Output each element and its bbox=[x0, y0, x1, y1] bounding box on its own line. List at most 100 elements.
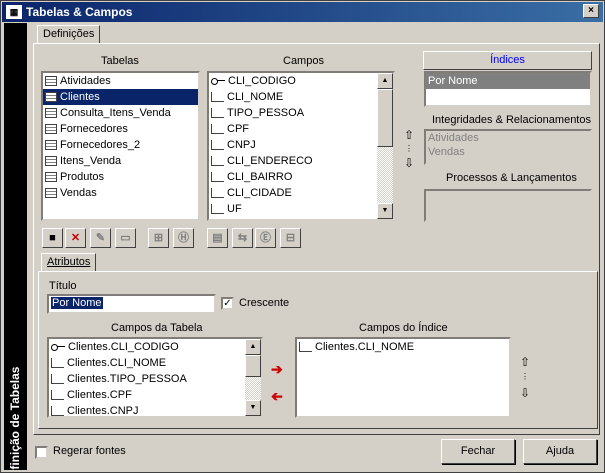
list-item[interactable]: CNPJ bbox=[209, 137, 377, 153]
list-item[interactable]: Por Nome bbox=[426, 73, 590, 89]
scroll-down-icon[interactable]: ▼ bbox=[245, 400, 261, 416]
campos-indice-list[interactable]: Clientes.CLI_NOME bbox=[295, 337, 511, 418]
ajuda-button[interactable]: Ajuda bbox=[523, 439, 597, 464]
help-icon: Ⓗ bbox=[178, 232, 189, 244]
list-item[interactable]: CLI_CIDADE bbox=[209, 185, 377, 201]
list-item[interactable]: Atividades bbox=[426, 131, 590, 145]
field-icon bbox=[51, 390, 64, 401]
list-item[interactable]: Clientes.CPF bbox=[49, 387, 245, 403]
grid-button[interactable]: ⊟ bbox=[280, 228, 301, 248]
add-field-button[interactable]: ⊞ bbox=[148, 228, 169, 248]
titulo-input[interactable]: Por Nome bbox=[47, 294, 216, 314]
list-item[interactable]: Clientes.CLI_CODIGO bbox=[49, 339, 245, 355]
list-item[interactable]: Fornecedores bbox=[43, 121, 198, 137]
list-item[interactable]: CPF bbox=[209, 121, 377, 137]
help-button[interactable]: Ⓗ bbox=[173, 228, 194, 248]
list-item[interactable]: Vendas bbox=[43, 185, 198, 201]
list-item[interactable]: Clientes.CNPJ bbox=[49, 403, 245, 417]
list-item-label: Fornecedores bbox=[60, 123, 128, 135]
delete-icon: ✕ bbox=[70, 232, 81, 244]
regerar-checkbox[interactable] bbox=[35, 446, 48, 459]
field-icon bbox=[211, 92, 224, 103]
field-icon bbox=[211, 204, 224, 215]
field-icon bbox=[51, 406, 64, 416]
list-item[interactable]: Itens_Venda bbox=[43, 153, 198, 169]
index-icon: ▤ bbox=[212, 232, 223, 244]
list-item[interactable]: CLI_CODIGO bbox=[209, 73, 377, 89]
list-item-label: Clientes.CNPJ bbox=[67, 405, 139, 417]
delete-button[interactable]: ✕ bbox=[65, 228, 86, 248]
tab-definicoes[interactable]: Definições bbox=[37, 25, 101, 44]
list-item[interactable]: Clientes bbox=[43, 89, 198, 105]
edit-icon: ✎ bbox=[95, 232, 106, 244]
list-item[interactable]: Clientes.CLI_NOME bbox=[297, 339, 509, 355]
sidebar-banner: Definição de Tabelas bbox=[4, 23, 27, 470]
list-item[interactable]: Atividades bbox=[43, 73, 198, 89]
integridades-list[interactable]: Atividades Vendas bbox=[424, 129, 592, 165]
list-item-label: CPF bbox=[227, 123, 249, 135]
campos-label: Campos bbox=[283, 55, 324, 67]
list-item[interactable]: Consulta_Itens_Venda bbox=[43, 105, 198, 121]
campos-tabela-scrollbar[interactable]: ▲ ▼ bbox=[245, 339, 261, 416]
list-item[interactable]: Produtos bbox=[43, 169, 198, 185]
edit-button[interactable]: ✎ bbox=[90, 228, 111, 248]
index-button[interactable]: ▤ bbox=[207, 228, 228, 248]
remove-from-index-icon[interactable]: ➔ bbox=[271, 388, 283, 405]
field-icon bbox=[299, 342, 312, 353]
list-item-label: Por Nome bbox=[428, 75, 478, 87]
check-icon: ✓ bbox=[223, 298, 232, 309]
move-down-icon[interactable]: ⇩ bbox=[403, 157, 415, 169]
dots-icon: ⋮ bbox=[521, 372, 529, 381]
scroll-up-icon[interactable]: ▲ bbox=[245, 339, 261, 355]
campos-list[interactable]: CLI_CODIGO CLI_NOME TIPO_PESSOA CPF CNPJ CLI_… bbox=[207, 71, 395, 221]
crescente-checkbox[interactable]: ✓ bbox=[221, 297, 234, 310]
list-item[interactable]: CLI_BAIRRO bbox=[209, 169, 377, 185]
field-icon bbox=[51, 358, 64, 369]
move-up-icon[interactable]: ⇧ bbox=[403, 129, 415, 141]
campos-tabela-list[interactable]: Clientes.CLI_CODIGO Clientes.CLI_NOME Clie… bbox=[47, 337, 263, 418]
list-item[interactable]: Vendas bbox=[426, 145, 590, 159]
tabelas-list[interactable]: Atividades Clientes Consulta_Itens_Venda Fo… bbox=[41, 71, 200, 221]
info-button[interactable]: Ⓔ bbox=[255, 228, 276, 248]
close-button[interactable]: × bbox=[583, 4, 599, 18]
indices-header[interactable]: Índices bbox=[423, 51, 592, 70]
processos-list[interactable] bbox=[424, 189, 592, 222]
rename-button[interactable]: ▭ bbox=[115, 228, 136, 248]
tab-atributos[interactable]: Atributos bbox=[41, 253, 97, 272]
grid-icon: ⊟ bbox=[285, 232, 296, 244]
field-icon bbox=[211, 156, 224, 167]
scroll-up-icon[interactable]: ▲ bbox=[377, 73, 393, 89]
list-item[interactable]: Clientes.CLI_NOME bbox=[49, 355, 245, 371]
save-button[interactable]: ■ bbox=[42, 228, 63, 248]
list-item[interactable]: Clientes.TIPO_PESSOA bbox=[49, 371, 245, 387]
list-item[interactable]: UF bbox=[209, 201, 377, 217]
add-to-index-icon[interactable]: ➔ bbox=[271, 361, 283, 378]
titulo-label: Título bbox=[49, 280, 77, 292]
campos-tabela-label: Campos da Tabela bbox=[111, 322, 203, 334]
index-move-down-icon[interactable]: ⇩ bbox=[519, 387, 531, 399]
titulo-input-value: Por Nome bbox=[51, 297, 103, 309]
list-item-label: CLI_BAIRRO bbox=[227, 171, 293, 183]
indices-list[interactable]: Por Nome bbox=[424, 71, 592, 107]
list-item[interactable]: Fornecedores_2 bbox=[43, 137, 198, 153]
scroll-thumb[interactable] bbox=[245, 355, 261, 377]
window-title: Tabelas & Campos bbox=[26, 5, 133, 19]
link-button[interactable]: ⇆ bbox=[232, 228, 253, 248]
list-item[interactable]: TIPO_PESSOA bbox=[209, 105, 377, 121]
list-item-label: Atividades bbox=[60, 75, 111, 87]
campos-scrollbar[interactable]: ▲ ▼ bbox=[377, 73, 393, 219]
list-item[interactable]: CLI_ENDERECO bbox=[209, 153, 377, 169]
list-item-label: Clientes.TIPO_PESSOA bbox=[67, 373, 187, 385]
add-field-icon: ⊞ bbox=[153, 232, 164, 244]
sidebar-banner-text: Definição de Tabelas bbox=[8, 366, 22, 470]
title-bar[interactable]: ▦ Tabelas & Campos × bbox=[2, 2, 603, 22]
table-icon bbox=[45, 92, 57, 103]
field-icon bbox=[211, 188, 224, 199]
fechar-button[interactable]: Fechar bbox=[441, 439, 515, 464]
index-move-up-icon[interactable]: ⇧ bbox=[519, 356, 531, 368]
scroll-thumb[interactable] bbox=[377, 89, 393, 147]
scroll-down-icon[interactable]: ▼ bbox=[377, 203, 393, 219]
list-item[interactable]: CLI_NOME bbox=[209, 89, 377, 105]
campos-indice-label: Campos do Índice bbox=[359, 322, 448, 334]
list-item-label: Fornecedores_2 bbox=[60, 139, 141, 151]
